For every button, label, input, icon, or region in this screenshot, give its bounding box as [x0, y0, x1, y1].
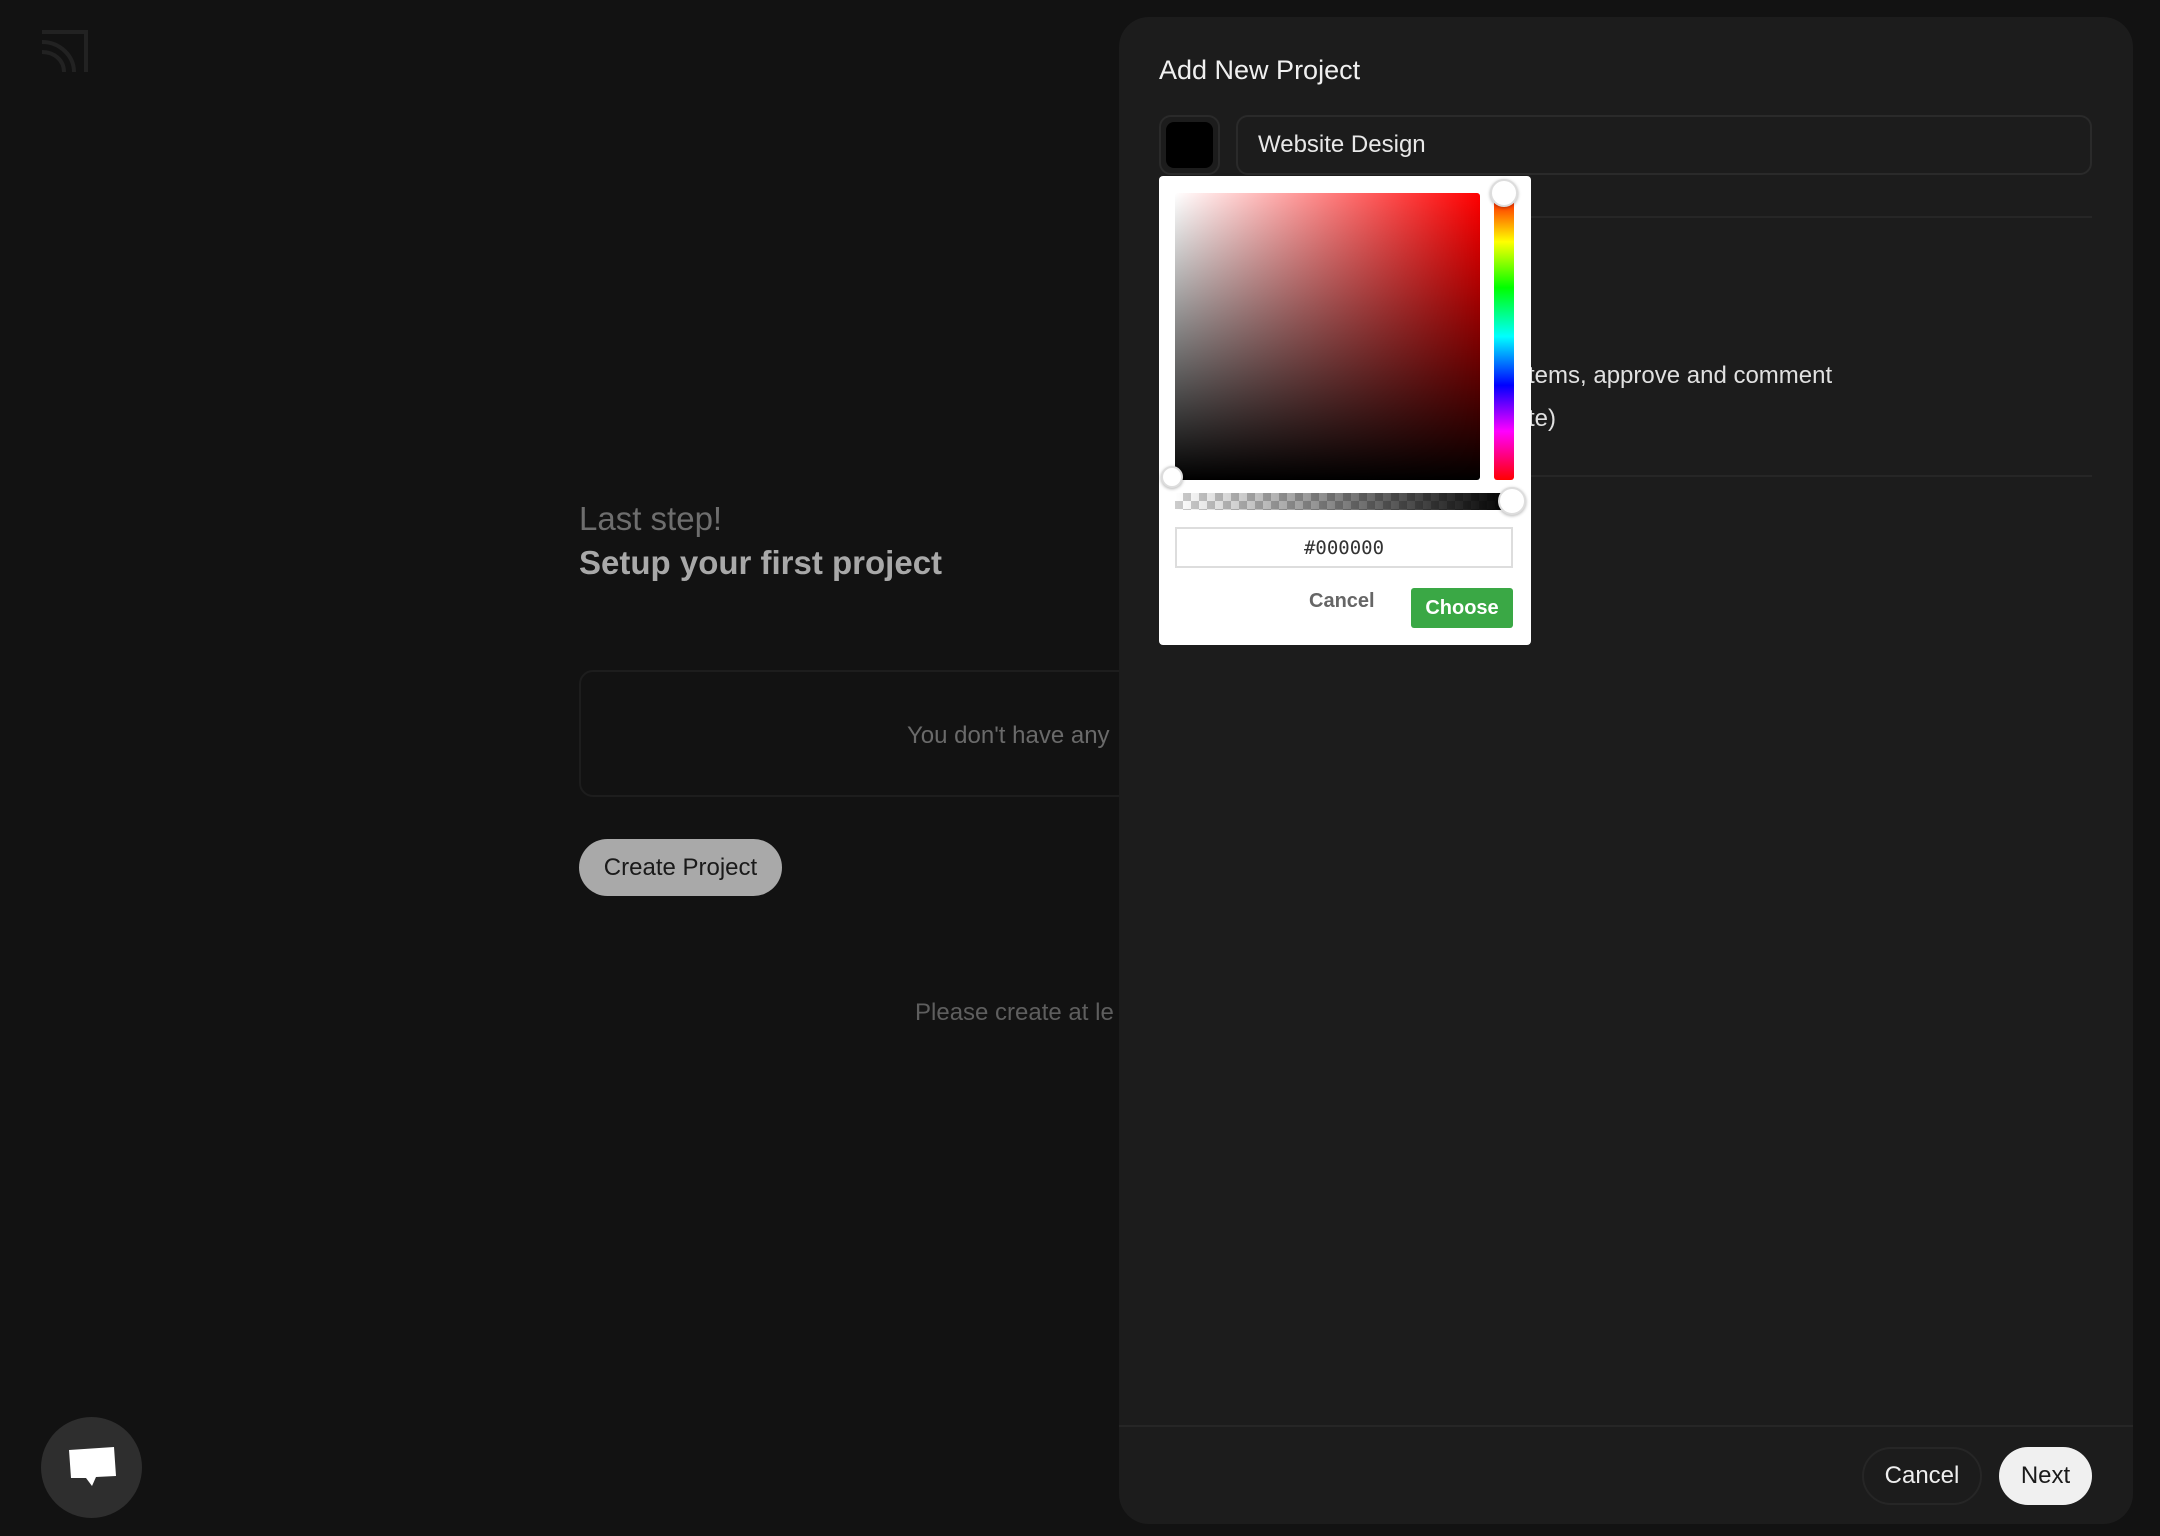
- footer-divider: [1119, 1425, 2133, 1427]
- alpha-slider[interactable]: [1175, 493, 1512, 510]
- chat-bubble-icon: [68, 1446, 116, 1486]
- alpha-handle[interactable]: [1498, 487, 1526, 515]
- permission-option-text: tems, approve and comment: [1528, 362, 1833, 389]
- hue-handle[interactable]: [1490, 179, 1518, 207]
- panel-title: Add New Project: [1159, 55, 1361, 85]
- hint-text: Please create at le: [915, 999, 1114, 1026]
- picker-cancel-button[interactable]: Cancel: [1309, 590, 1375, 613]
- choose-button[interactable]: Choose: [1411, 588, 1513, 628]
- chat-button[interactable]: [41, 1417, 142, 1518]
- next-button[interactable]: Next: [1999, 1447, 2092, 1505]
- hex-input[interactable]: [1175, 527, 1513, 568]
- saturation-area[interactable]: [1175, 193, 1480, 480]
- page-title: Setup your first project: [579, 544, 943, 581]
- empty-text: You don't have any: [907, 722, 1110, 749]
- permission-option-text-2: te): [1528, 405, 1557, 432]
- cancel-button[interactable]: Cancel: [1862, 1447, 1982, 1505]
- swatch-color: [1166, 122, 1213, 168]
- saturation-handle[interactable]: [1161, 466, 1183, 488]
- project-name-input[interactable]: [1236, 115, 2092, 175]
- color-swatch-button[interactable]: [1159, 115, 1220, 175]
- create-project-button[interactable]: Create Project: [579, 839, 782, 896]
- step-label: Last step!: [579, 500, 723, 537]
- app-logo-icon: [41, 30, 88, 73]
- hue-slider[interactable]: [1494, 193, 1514, 480]
- color-picker-popover: Cancel Choose: [1159, 176, 1531, 645]
